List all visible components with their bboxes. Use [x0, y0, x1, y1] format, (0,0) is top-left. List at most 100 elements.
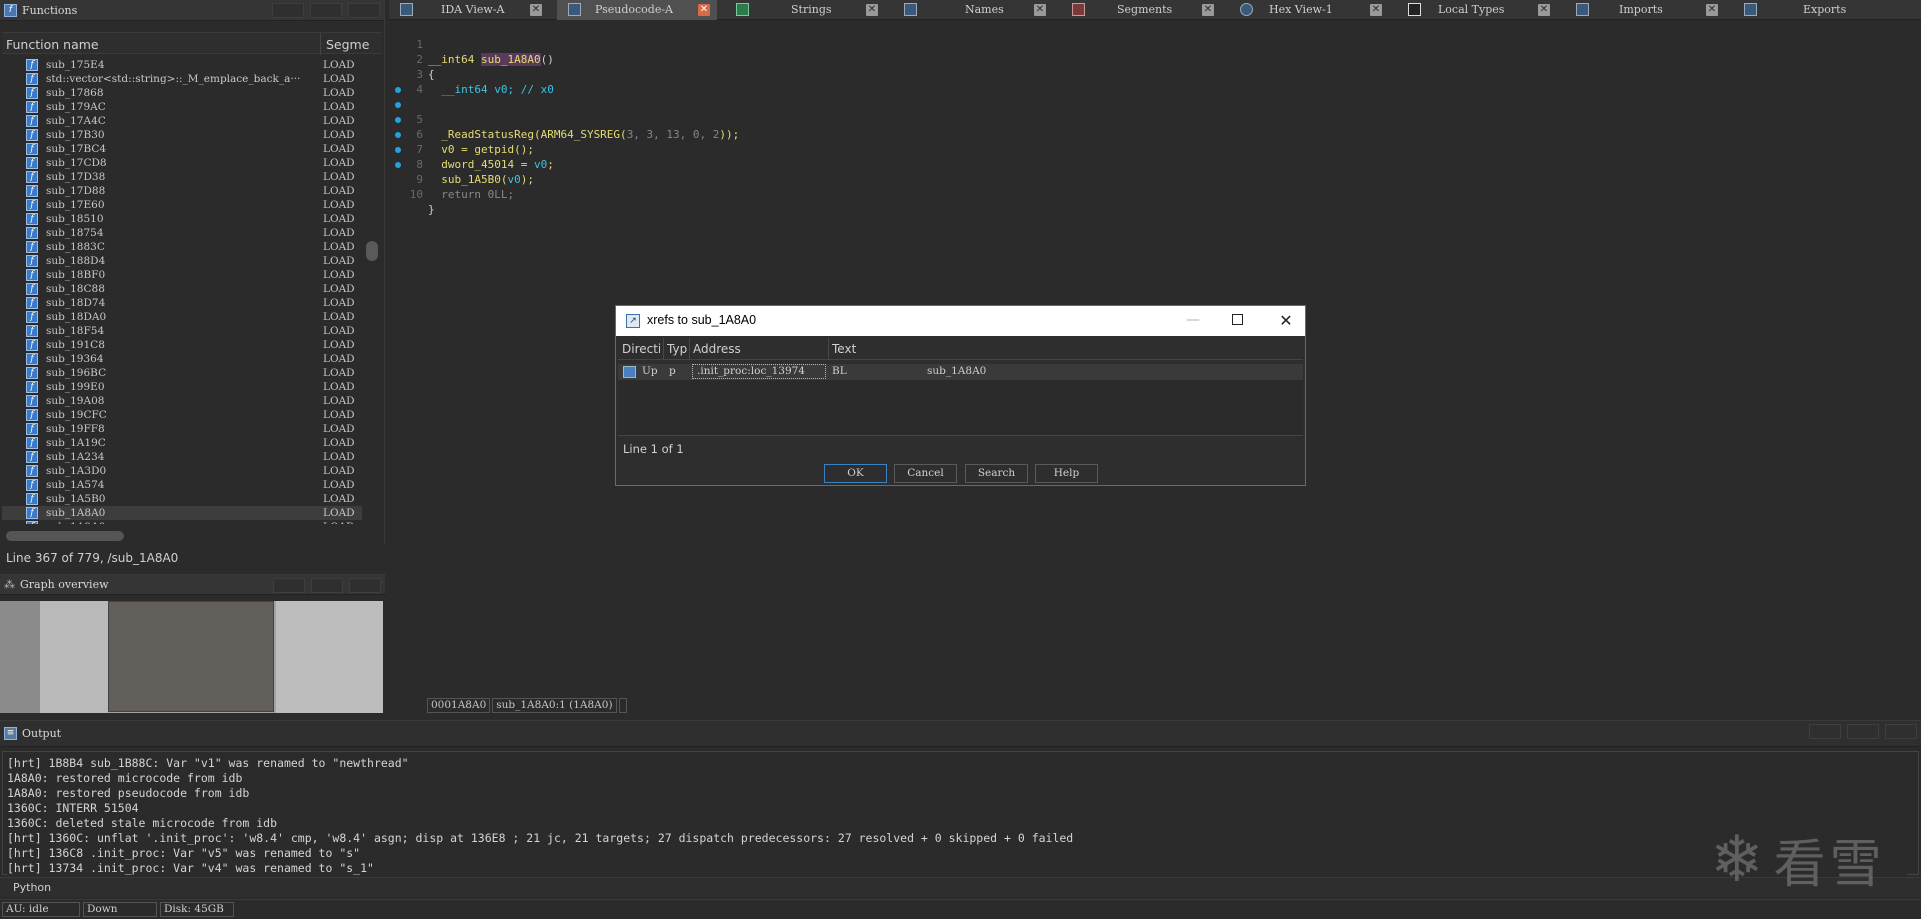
function-row[interactable]: f sub_188D4 LOAD: [2, 254, 362, 268]
function-row[interactable]: f sub_1A19C LOAD: [2, 436, 362, 450]
tab-segments[interactable]: Segments ✕: [1061, 0, 1221, 20]
column-direction[interactable]: Directio: [622, 342, 660, 356]
tab-pseudocode-a[interactable]: Pseudocode-A ✕: [557, 0, 717, 20]
graph-close-button[interactable]: [349, 578, 381, 593]
close-icon[interactable]: ✕: [698, 4, 710, 16]
search-button[interactable]: Search: [965, 464, 1028, 483]
functions-horizontal-scroll-thumb[interactable]: [6, 531, 124, 541]
function-row[interactable]: f sub_1883C LOAD: [2, 240, 362, 254]
close-icon[interactable]: ✕: [1538, 4, 1550, 16]
function-row[interactable]: f sub_1A3D0 LOAD: [2, 464, 362, 478]
help-button[interactable]: Help: [1035, 464, 1098, 483]
function-row[interactable]: f sub_196BC LOAD: [2, 366, 362, 380]
cli-language-bar[interactable]: Python: [0, 877, 1921, 897]
column-segment[interactable]: Segme: [326, 37, 369, 52]
function-row[interactable]: f sub_17D88 LOAD: [2, 184, 362, 198]
function-row[interactable]: f sub_19CFC LOAD: [2, 408, 362, 422]
function-row[interactable]: f sub_17A4C LOAD: [2, 114, 362, 128]
close-icon[interactable]: ✕: [1202, 4, 1214, 16]
graph-overview-canvas[interactable]: [0, 601, 383, 713]
code-line[interactable]: 9 return 0LL;: [389, 142, 789, 201]
tab-hex-view-1[interactable]: Hex View-1 ✕: [1229, 0, 1389, 20]
column-divider[interactable]: [320, 33, 321, 55]
column-divider[interactable]: [689, 338, 690, 360]
maximize-button[interactable]: [1232, 314, 1243, 325]
function-row[interactable]: f sub_1A9A0 LOAD: [2, 520, 362, 524]
close-icon[interactable]: ✕: [1370, 4, 1382, 16]
function-row[interactable]: f std::vector<std::string>::_M_emplace_ba…: [2, 72, 362, 86]
python-button[interactable]: Python: [13, 881, 51, 894]
function-row[interactable]: f sub_18BF0 LOAD: [2, 268, 362, 282]
code-line[interactable]: 8 sub_1A5B0(v0);: [389, 127, 789, 186]
breakpoint-dot-icon[interactable]: [395, 162, 401, 168]
breakpoint-dot-icon[interactable]: [395, 117, 401, 123]
close-icon[interactable]: ✕: [866, 4, 878, 16]
function-row[interactable]: f sub_17E60 LOAD: [2, 198, 362, 212]
tab-imports[interactable]: Imports ✕: [1565, 0, 1725, 20]
function-row[interactable]: f sub_19A08 LOAD: [2, 394, 362, 408]
breakpoint-dot-icon[interactable]: [395, 87, 401, 93]
function-row[interactable]: f sub_1A5B0 LOAD: [2, 492, 362, 506]
output-text[interactable]: [hrt] 1B8B4 sub_1B88C: Var "v1" was rena…: [7, 756, 1907, 876]
xrefs-list-area[interactable]: [618, 380, 1303, 436]
breakpoint-dot-icon[interactable]: [395, 102, 401, 108]
search-direction[interactable]: Down: [83, 902, 157, 917]
code-line[interactable]: 10 }: [389, 157, 789, 216]
ok-button[interactable]: OK: [824, 464, 887, 483]
function-row[interactable]: f sub_18C88 LOAD: [2, 282, 362, 296]
graph-viewport-rect[interactable]: [108, 601, 274, 712]
breakpoint-dot-icon[interactable]: [395, 147, 401, 153]
function-row[interactable]: f sub_179AC LOAD: [2, 100, 362, 114]
functions-panel-titlebar[interactable]: f Functions: [0, 0, 384, 21]
column-divider[interactable]: [828, 338, 829, 360]
tab-exports[interactable]: Exports: [1733, 0, 1921, 20]
function-row[interactable]: f sub_17D38 LOAD: [2, 170, 362, 184]
code-line[interactable]: 2 {: [389, 37, 789, 81]
function-row[interactable]: f sub_18F54 LOAD: [2, 324, 362, 338]
graph-maximize-button[interactable]: [311, 578, 343, 593]
column-divider[interactable]: [663, 338, 664, 360]
column-type[interactable]: Typ: [667, 342, 687, 356]
code-line[interactable]: 3 __int64 v0; // x0: [389, 52, 789, 96]
function-row[interactable]: f sub_19FF8 LOAD: [2, 422, 362, 436]
function-row[interactable]: f sub_19364 LOAD: [2, 352, 362, 366]
function-row[interactable]: f sub_18510 LOAD: [2, 212, 362, 226]
function-row[interactable]: f sub_175E4 LOAD: [2, 58, 362, 72]
breakpoint-dot-icon[interactable]: [395, 132, 401, 138]
output-float-button[interactable]: [1809, 724, 1841, 739]
graph-overview-titlebar[interactable]: ⁂ Graph overview: [0, 574, 385, 595]
minimize-button[interactable]: —: [1183, 311, 1203, 331]
panel-close-button[interactable]: [348, 3, 380, 18]
output-close-button[interactable]: [1885, 724, 1917, 739]
function-row[interactable]: f sub_17B30 LOAD: [2, 128, 362, 142]
code-line[interactable]: 7 dword_45014 = v0;: [389, 112, 789, 171]
output-maximize-button[interactable]: [1847, 724, 1879, 739]
column-function-name[interactable]: Function name: [6, 37, 99, 52]
code-line[interactable]: 5 _ReadStatusReg(ARM64_SYSREG(3, 3, 13, …: [389, 82, 789, 141]
close-icon[interactable]: ✕: [530, 4, 542, 16]
functions-vertical-scrollbar[interactable]: [364, 58, 378, 524]
close-icon[interactable]: ✕: [1706, 4, 1718, 16]
panel-maximize-button[interactable]: [310, 3, 342, 18]
code-line[interactable]: 6 v0 = getpid();: [389, 97, 789, 156]
close-icon[interactable]: ✕: [1034, 4, 1046, 16]
function-row[interactable]: f sub_17BC4 LOAD: [2, 142, 362, 156]
output-titlebar[interactable]: ≡ Output: [0, 721, 1921, 747]
functions-list[interactable]: f sub_175E4 LOAD f std::vector<std::string>:…: [2, 58, 362, 524]
cancel-button[interactable]: Cancel: [894, 464, 957, 483]
column-text[interactable]: Text: [832, 342, 856, 356]
functions-vertical-scroll-thumb[interactable]: [366, 241, 378, 261]
function-row[interactable]: f sub_17CD8 LOAD: [2, 156, 362, 170]
panel-float-button[interactable]: [272, 3, 304, 18]
function-row[interactable]: f sub_191C8 LOAD: [2, 338, 362, 352]
xref-row[interactable]: Up p .init_proc:loc_13974 BL sub_1A8A0: [618, 364, 1303, 380]
graph-float-button[interactable]: [273, 578, 305, 593]
function-row[interactable]: f sub_1A234 LOAD: [2, 450, 362, 464]
function-row[interactable]: f sub_1A8A0 LOAD: [2, 506, 362, 520]
code-line[interactable]: 4: [389, 67, 789, 96]
function-row[interactable]: f sub_1A574 LOAD: [2, 478, 362, 492]
function-row[interactable]: f sub_18754 LOAD: [2, 226, 362, 240]
code-line[interactable]: 1 __int64 sub_1A8A0(): [389, 22, 789, 66]
column-address[interactable]: Address: [693, 342, 741, 356]
function-row[interactable]: f sub_199E0 LOAD: [2, 380, 362, 394]
